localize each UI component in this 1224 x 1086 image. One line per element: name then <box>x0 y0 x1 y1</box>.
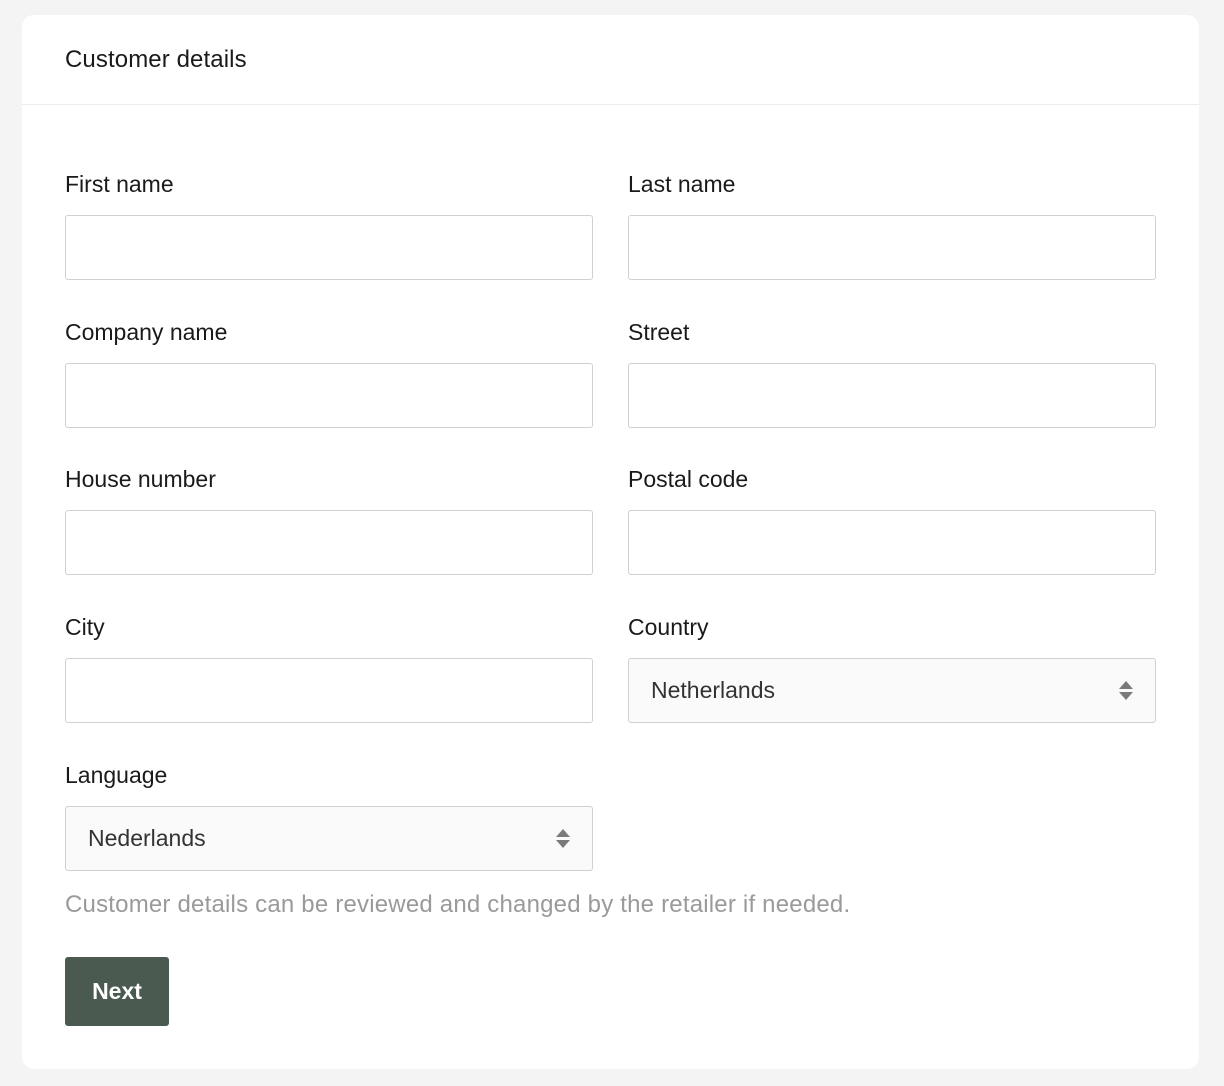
card-header: Customer details <box>22 15 1199 105</box>
language-select[interactable]: Nederlands <box>65 806 593 871</box>
helper-text: Customer details can be reviewed and cha… <box>65 891 851 918</box>
house-number-field: House number <box>65 462 593 575</box>
first-name-label: First name <box>65 171 174 197</box>
language-select-value: Nederlands <box>88 825 206 851</box>
first-name-field: First name <box>65 167 593 280</box>
street-input[interactable] <box>628 363 1156 428</box>
postal-code-field: Postal code <box>628 462 1156 575</box>
city-label: City <box>65 614 105 640</box>
country-field: Country Netherlands <box>628 610 1156 723</box>
last-name-label: Last name <box>628 171 736 197</box>
country-label: Country <box>628 614 709 640</box>
city-field: City <box>65 610 593 723</box>
company-name-input[interactable] <box>65 363 593 428</box>
last-name-input[interactable] <box>628 215 1156 280</box>
country-select-value: Netherlands <box>651 677 776 703</box>
first-name-input[interactable] <box>65 215 593 280</box>
last-name-field: Last name <box>628 167 1156 280</box>
company-name-field: Company name <box>65 315 593 428</box>
language-label: Language <box>65 762 168 788</box>
language-field: Language Nederlands <box>65 758 593 871</box>
postal-code-label: Postal code <box>628 466 749 492</box>
street-label: Street <box>628 319 690 345</box>
house-number-label: House number <box>65 466 216 492</box>
city-input[interactable] <box>65 658 593 723</box>
street-field: Street <box>628 315 1156 428</box>
sort-icon <box>1119 680 1133 702</box>
country-select[interactable]: Netherlands <box>628 658 1156 723</box>
next-button[interactable]: Next <box>65 957 169 1026</box>
postal-code-input[interactable] <box>628 510 1156 575</box>
sort-icon <box>556 828 570 850</box>
card-title: Customer details <box>65 45 247 73</box>
house-number-input[interactable] <box>65 510 593 575</box>
company-name-label: Company name <box>65 319 228 345</box>
customer-details-card: Customer details First name Last name Co… <box>22 15 1199 1069</box>
